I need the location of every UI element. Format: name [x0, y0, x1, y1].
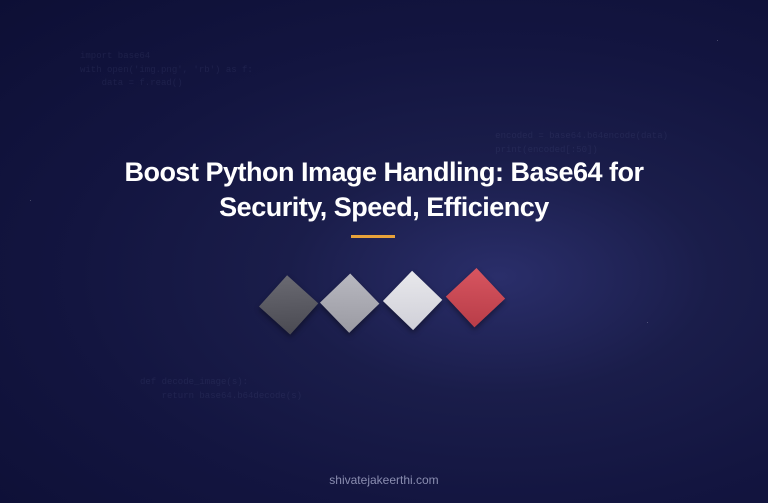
page-title: Boost Python Image Handling: Base64 for … — [89, 155, 679, 225]
hero-container: Boost Python Image Handling: Base64 for … — [0, 0, 768, 503]
square-icon — [446, 268, 505, 327]
square-icon — [383, 271, 442, 330]
square-icon — [259, 275, 318, 334]
footer-domain: shivatejakeerthi.com — [0, 473, 768, 487]
decorative-squares — [273, 278, 495, 320]
title-underline — [351, 235, 395, 238]
square-icon — [320, 274, 379, 333]
